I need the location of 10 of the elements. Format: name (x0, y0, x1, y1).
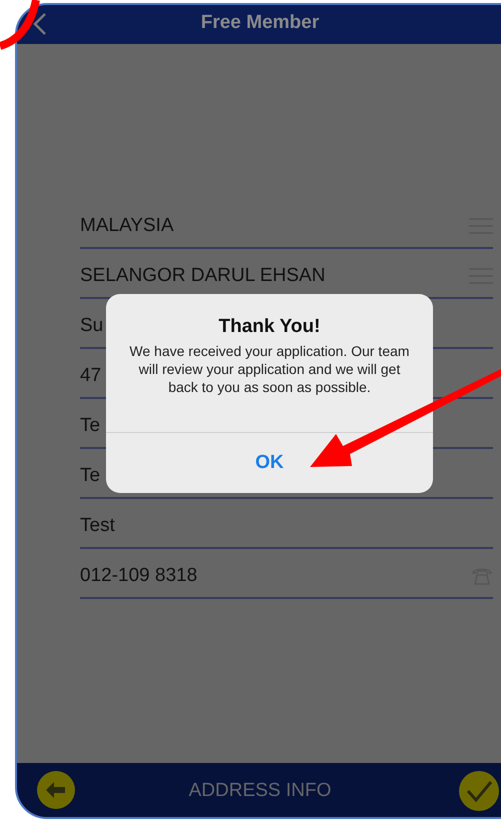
dialog-message: We have received your application. Our team will review your application and we will get back to you as soon as possible. (128, 342, 410, 396)
checkmark-icon[interactable] (459, 771, 499, 811)
ok-button[interactable]: OK (106, 433, 433, 493)
back-icon[interactable] (33, 12, 47, 36)
header-title: Free Member (200, 12, 320, 34)
dialog-title: Thank You! (218, 316, 320, 338)
input-field[interactable]: Test (80, 499, 493, 549)
input-field[interactable]: 012-109 8318 (80, 549, 493, 599)
footer-title: ADDRESS INFO (188, 780, 332, 802)
input-field[interactable]: MALAYSIA (80, 199, 493, 249)
